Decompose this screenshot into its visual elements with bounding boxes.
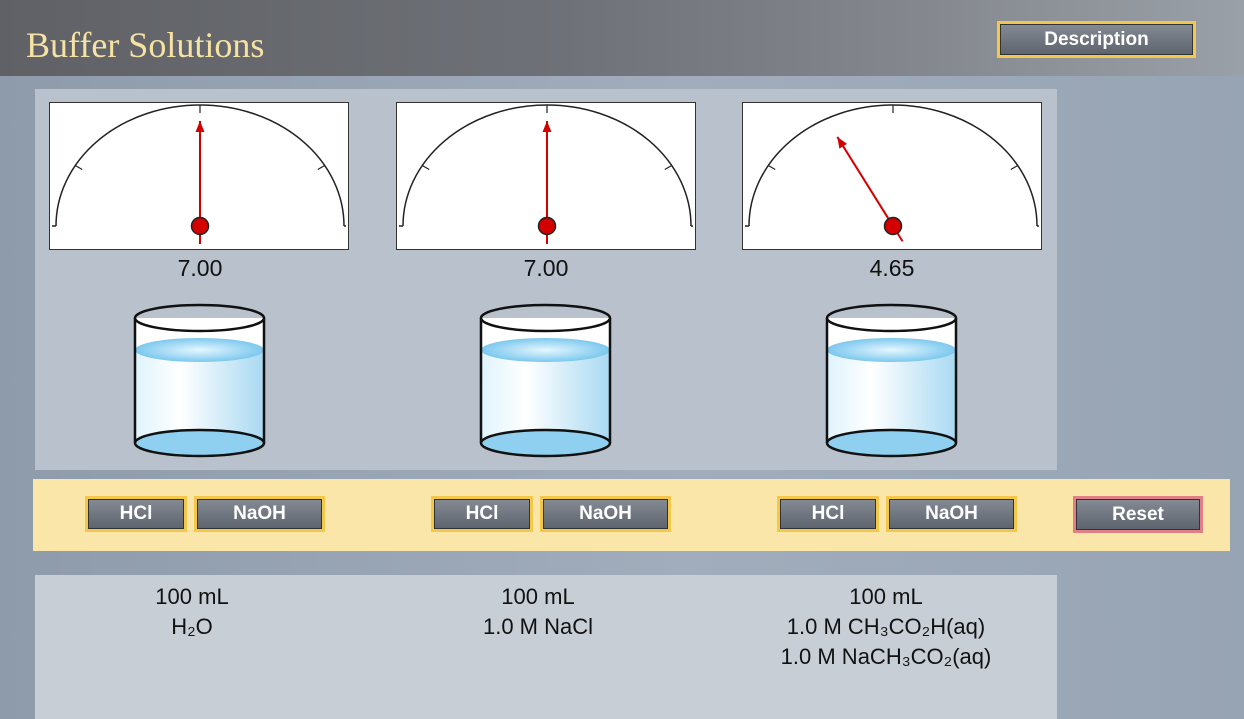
beaker-2 bbox=[479, 303, 612, 458]
solution-label-3: 100 mL 1.0 M CH₃CO₂H(aq) 1.0 M NaCH₃CO₂(… bbox=[726, 582, 1046, 672]
volume-label-1: 100 mL bbox=[155, 584, 229, 609]
beaker-bottom-3 bbox=[825, 428, 958, 458]
reset-button[interactable]: Reset bbox=[1073, 496, 1203, 533]
ph-meter-3 bbox=[742, 102, 1042, 250]
gauge-tick-1-1 bbox=[74, 164, 83, 171]
gauge-hub-2 bbox=[537, 216, 557, 236]
ph-meter-2-gauge bbox=[399, 104, 693, 244]
solution-line-1a: H₂O bbox=[171, 614, 213, 639]
gauge-needle-arrow-1 bbox=[195, 121, 205, 132]
volume-label-3: 100 mL bbox=[849, 584, 923, 609]
beaker-liquid-surface-3 bbox=[827, 338, 956, 362]
naoh-button-1[interactable]: NaOH bbox=[194, 496, 325, 532]
ph-meter-1-gauge bbox=[52, 104, 346, 244]
beaker-1 bbox=[133, 303, 266, 458]
gauge-tick-1-3 bbox=[317, 164, 326, 171]
solution-label-1: 100 mL H₂O bbox=[32, 582, 352, 642]
gauge-tick-3-1 bbox=[767, 164, 776, 171]
beaker-liquid-surface-1 bbox=[135, 338, 264, 362]
gauge-hub-3 bbox=[883, 216, 903, 236]
beaker-bottom-1 bbox=[133, 428, 266, 458]
gauge-tick-2-3 bbox=[664, 164, 673, 171]
ph-reading-1: 7.00 bbox=[177, 255, 223, 281]
solution-line-2a: 1.0 M NaCl bbox=[482, 614, 594, 639]
gauge-tick-2-1 bbox=[421, 164, 430, 171]
description-button[interactable]: Description bbox=[997, 21, 1196, 58]
beaker-liquid-surface-2 bbox=[481, 338, 610, 362]
gauge-needle-arrow-2 bbox=[542, 121, 552, 132]
volume-label-2: 100 mL bbox=[501, 584, 575, 609]
ph-reading-3: 4.65 bbox=[869, 255, 915, 281]
gauge-tick-3-3 bbox=[1010, 164, 1019, 171]
solution-label-2: 100 mL 1.0 M NaCl bbox=[378, 582, 698, 642]
beaker-3 bbox=[825, 303, 958, 458]
gauge-hub-1 bbox=[190, 216, 210, 236]
solution-line-3a: 1.0 M CH₃CO₂H(aq) bbox=[786, 614, 986, 639]
title-bar: Buffer Solutions Description bbox=[0, 0, 1244, 76]
ph-meter-3-gauge bbox=[745, 104, 1039, 242]
gauge-arc-3 bbox=[748, 104, 1038, 227]
ph-reading-2: 7.00 bbox=[523, 255, 569, 281]
naoh-button-2[interactable]: NaOH bbox=[540, 496, 671, 532]
gauge-needle-arrow-3 bbox=[837, 136, 848, 149]
ph-meter-1 bbox=[49, 102, 349, 250]
solution-line-3b: 1.0 M NaCH₃CO₂(aq) bbox=[780, 644, 992, 669]
beaker-bottom-2 bbox=[479, 428, 612, 458]
app-title: Buffer Solutions bbox=[26, 25, 265, 65]
hcl-button-3[interactable]: HCl bbox=[777, 496, 879, 532]
ph-meter-2 bbox=[396, 102, 696, 250]
naoh-button-3[interactable]: NaOH bbox=[886, 496, 1017, 532]
hcl-button-1[interactable]: HCl bbox=[85, 496, 187, 532]
hcl-button-2[interactable]: HCl bbox=[431, 496, 533, 532]
